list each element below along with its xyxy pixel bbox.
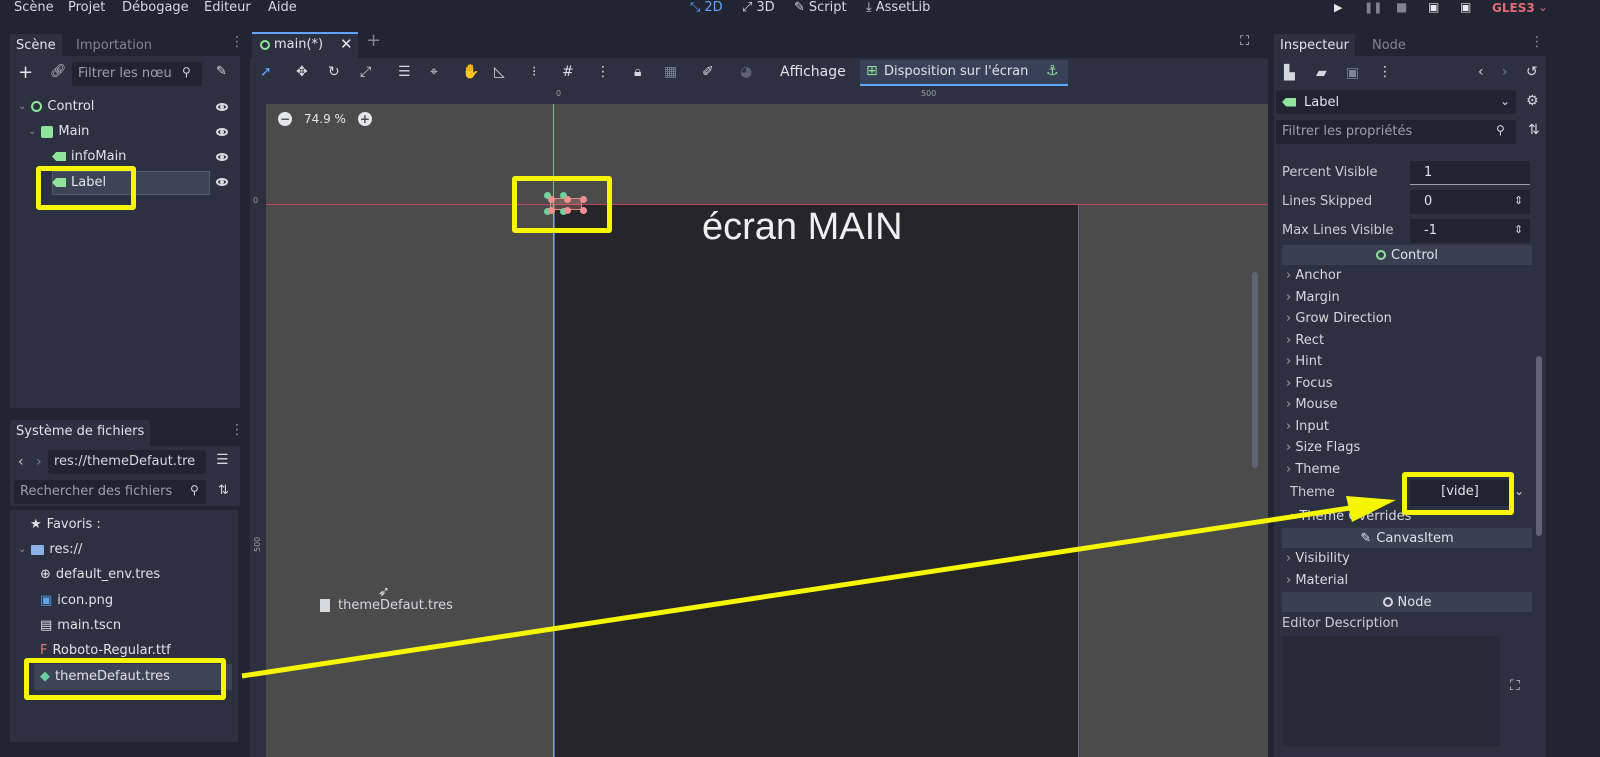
arrow-head bbox=[1346, 496, 1396, 522]
annotation-arrow bbox=[241, 496, 1396, 679]
arrow-line bbox=[241, 505, 1351, 679]
